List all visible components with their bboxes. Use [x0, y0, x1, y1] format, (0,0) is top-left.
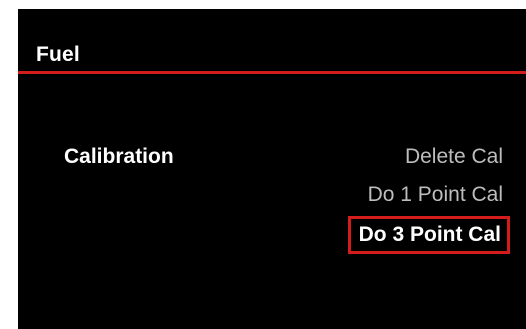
option-delete-cal[interactable]: Delete Cal [405, 145, 503, 169]
page-title: Fuel [36, 43, 80, 66]
option-do-3-point-cal[interactable]: Do 3 Point Cal [347, 216, 510, 254]
device-screen: Fuel Calibration Delete Cal Do 1 Point C… [18, 9, 526, 329]
option-do-1-point-cal[interactable]: Do 1 Point Cal [368, 183, 503, 207]
header-divider [18, 71, 526, 74]
calibration-label: Calibration [64, 145, 174, 168]
